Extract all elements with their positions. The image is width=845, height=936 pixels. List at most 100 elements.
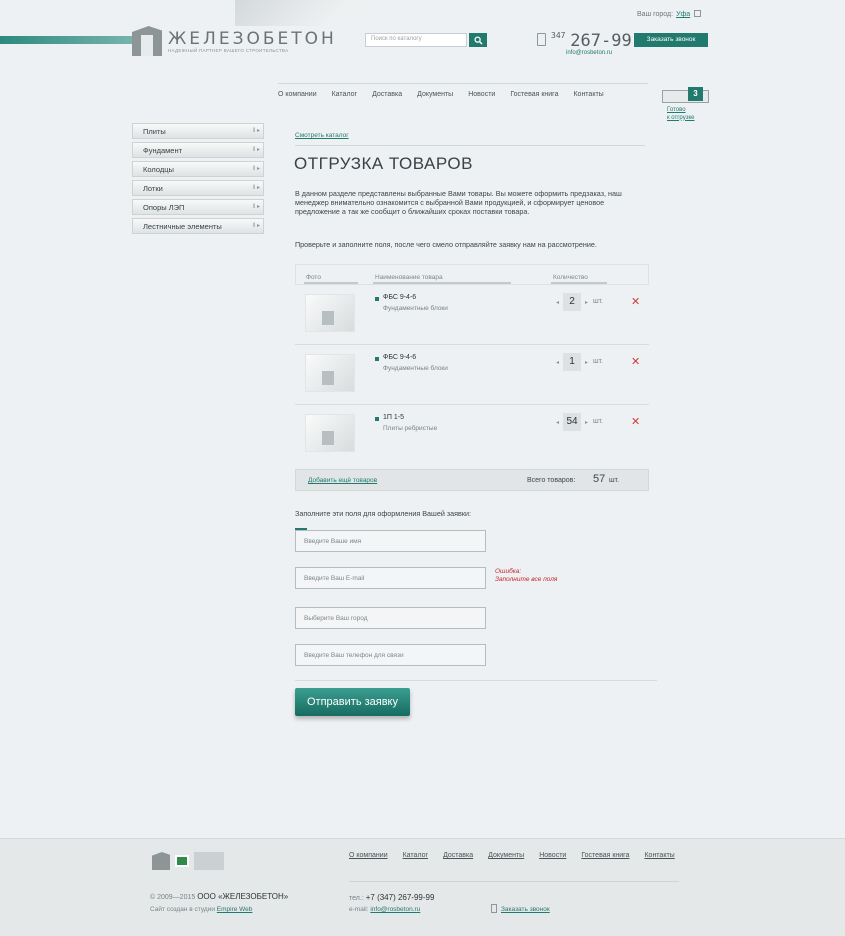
bullet-icon (375, 357, 379, 361)
product-name[interactable]: ФБС 9-4-6 (383, 354, 416, 361)
header-email-link[interactable]: info@rosbeton.ru (566, 50, 612, 56)
footer-email-link[interactable]: info@rosbeton.ru (370, 906, 420, 913)
footer-logo-icon[interactable] (152, 852, 170, 870)
header-accent-stripe (0, 36, 135, 44)
sidebar-item-stairs[interactable]: Лестничные элементы ‖ ▸ (132, 218, 264, 234)
partner-logo-icon[interactable] (194, 852, 224, 870)
studio-prefix: Сайт создан в студии (150, 906, 215, 913)
chevron-icon: ‖ ▸ (252, 185, 260, 191)
footer-phone: тел.: +7 (347) 267-99-99 (349, 893, 434, 902)
sidebar-item-plates[interactable]: Плиты ‖ ▸ (132, 123, 264, 139)
qty-value[interactable]: 2 (563, 293, 581, 311)
intro-text: В данном разделе представлены выбранные … (295, 189, 622, 216)
email-field[interactable]: Введите Ваш E-mail (295, 567, 486, 589)
nav-item-contacts[interactable]: Контакты (573, 91, 603, 98)
qty-increase-icon[interactable]: ▸ (585, 419, 588, 426)
bullet-icon (375, 417, 379, 421)
remove-item-icon[interactable]: ✕ (631, 415, 640, 428)
qty-decrease-icon[interactable]: ◂ (556, 359, 559, 366)
phone-field[interactable]: Введите Ваш телефон для связи (295, 644, 486, 666)
phone-code: 347 (551, 31, 566, 40)
studio-logo-icon[interactable] (175, 855, 189, 867)
sidebar-item-label: Опоры ЛЭП (143, 203, 185, 212)
breadcrumb[interactable]: Смотреть каталог (295, 132, 349, 139)
total-unit: шт. (609, 477, 619, 484)
nav-item-guestbook[interactable]: Гостевая книга (510, 91, 558, 98)
product-image[interactable] (305, 354, 355, 392)
search-input[interactable]: Поиск по каталогу (365, 33, 467, 47)
sidebar-item-label: Фундамент (143, 146, 183, 155)
footer-nav-delivery[interactable]: Доставка (443, 852, 473, 859)
nav-item-about[interactable]: О компании (278, 91, 317, 98)
table-row: 1П 1-5 Плиты ребристые ◂ 54 ▸ шт. ✕ (295, 405, 649, 465)
search-icon (473, 35, 483, 45)
cart-count-badge[interactable]: 3 (688, 87, 703, 101)
city-dropdown-icon[interactable] (694, 10, 702, 17)
error-title: Ошибка: (495, 568, 522, 575)
footer-nav-news[interactable]: Новости (539, 852, 566, 859)
footer-callback[interactable]: Заказать звонок (491, 904, 550, 913)
qty-increase-icon[interactable]: ▸ (585, 299, 588, 306)
footer-nav-about[interactable]: О компании (349, 852, 388, 859)
footer-nav-documents[interactable]: Документы (488, 852, 524, 859)
qty-decrease-icon[interactable]: ◂ (556, 299, 559, 306)
qty-value[interactable]: 1 (563, 353, 581, 371)
city-label: Ваш город: (637, 11, 674, 18)
cart-link[interactable]: Готово к отгрузке (667, 107, 694, 122)
product-name[interactable]: ФБС 9-4-6 (383, 294, 416, 301)
remove-item-icon[interactable]: ✕ (631, 295, 640, 308)
submit-button[interactable]: Отправить заявку (295, 688, 410, 716)
sidebar-item-poles[interactable]: Опоры ЛЭП ‖ ▸ (132, 199, 264, 215)
nav-item-news[interactable]: Новости (468, 91, 495, 98)
tel-number: +7 (347) 267-99-99 (365, 893, 435, 902)
cart-label-line1: Готово (667, 107, 686, 113)
nav-item-documents[interactable]: Документы (417, 91, 453, 98)
logo-mark-icon (132, 26, 162, 56)
sidebar-item-foundation[interactable]: Фундамент ‖ ▸ (132, 142, 264, 158)
chevron-icon: ‖ ▸ (252, 147, 260, 153)
city-field[interactable]: Выберите Ваш город (295, 607, 486, 629)
copyright: © 2009—2015 ООО «ЖЕЛЕЗОБЕТОН» (150, 892, 288, 901)
main-nav: О компании Каталог Доставка Документы Но… (278, 91, 604, 98)
add-more-link[interactable]: Добавить ещё товаров (308, 477, 377, 484)
logo[interactable]: ЖЕЛЕЗОБЕТОН НАДЕЖНЫЙ ПАРТНЕР ВАШЕГО СТРО… (132, 26, 337, 56)
sidebar-item-label: Колодцы (143, 165, 174, 174)
product-category: Фундаментные блоки (383, 365, 448, 372)
product-image[interactable] (305, 414, 355, 452)
copyright-org: ООО «ЖЕЛЕЗОБЕТОН» (197, 892, 289, 901)
chevron-icon: ‖ ▸ (252, 166, 260, 172)
table-row: ФБС 9-4-6 Фундаментные блоки ◂ 1 ▸ шт. ✕ (295, 345, 649, 405)
copyright-years: © 2009—2015 (150, 894, 196, 901)
footer-nav-catalog[interactable]: Каталог (403, 852, 428, 859)
header-name: Наименование товара (375, 274, 443, 281)
cart-summary: Добавить ещё товаров Всего товаров: 57 ш… (295, 469, 649, 491)
sidebar-item-trays[interactable]: Лотки ‖ ▸ (132, 180, 264, 196)
sidebar-item-wells[interactable]: Колодцы ‖ ▸ (132, 161, 264, 177)
cart-label-line2: к отгрузке (667, 114, 695, 121)
callback-button[interactable]: Заказать звонок (634, 33, 708, 47)
search-button[interactable] (469, 33, 487, 47)
footer-callback-link[interactable]: Заказать звонок (501, 906, 550, 913)
footer-nav-contacts[interactable]: Контакты (644, 852, 674, 859)
product-name[interactable]: 1П 1-5 (383, 414, 404, 421)
name-field[interactable]: Введите Ваше имя (295, 530, 486, 552)
remove-item-icon[interactable]: ✕ (631, 355, 640, 368)
sidebar-item-label: Лотки (143, 184, 163, 193)
qty-decrease-icon[interactable]: ◂ (556, 419, 559, 426)
nav-item-delivery[interactable]: Доставка (372, 91, 402, 98)
divider (349, 881, 679, 882)
nav-item-catalog[interactable]: Каталог (332, 91, 357, 98)
total-label: Всего товаров: (527, 477, 576, 484)
footer-email: e-mail: info@rosbeton.ru (349, 906, 420, 913)
header-photo: Фото (306, 274, 321, 281)
product-image[interactable] (305, 294, 355, 332)
qty-increase-icon[interactable]: ▸ (585, 359, 588, 366)
city-link[interactable]: Уфа (676, 11, 690, 18)
sidebar-item-label: Лестничные элементы (143, 222, 222, 231)
footer-nav-guestbook[interactable]: Гостевая книга (581, 852, 629, 859)
studio-link[interactable]: Empire Web (217, 906, 253, 913)
table-row: ФБС 9-4-6 Фундаментные блоки ◂ 2 ▸ шт. ✕ (295, 285, 649, 345)
qty-value[interactable]: 54 (563, 413, 581, 431)
product-category: Плиты ребристые (383, 425, 438, 432)
divider (278, 83, 648, 84)
